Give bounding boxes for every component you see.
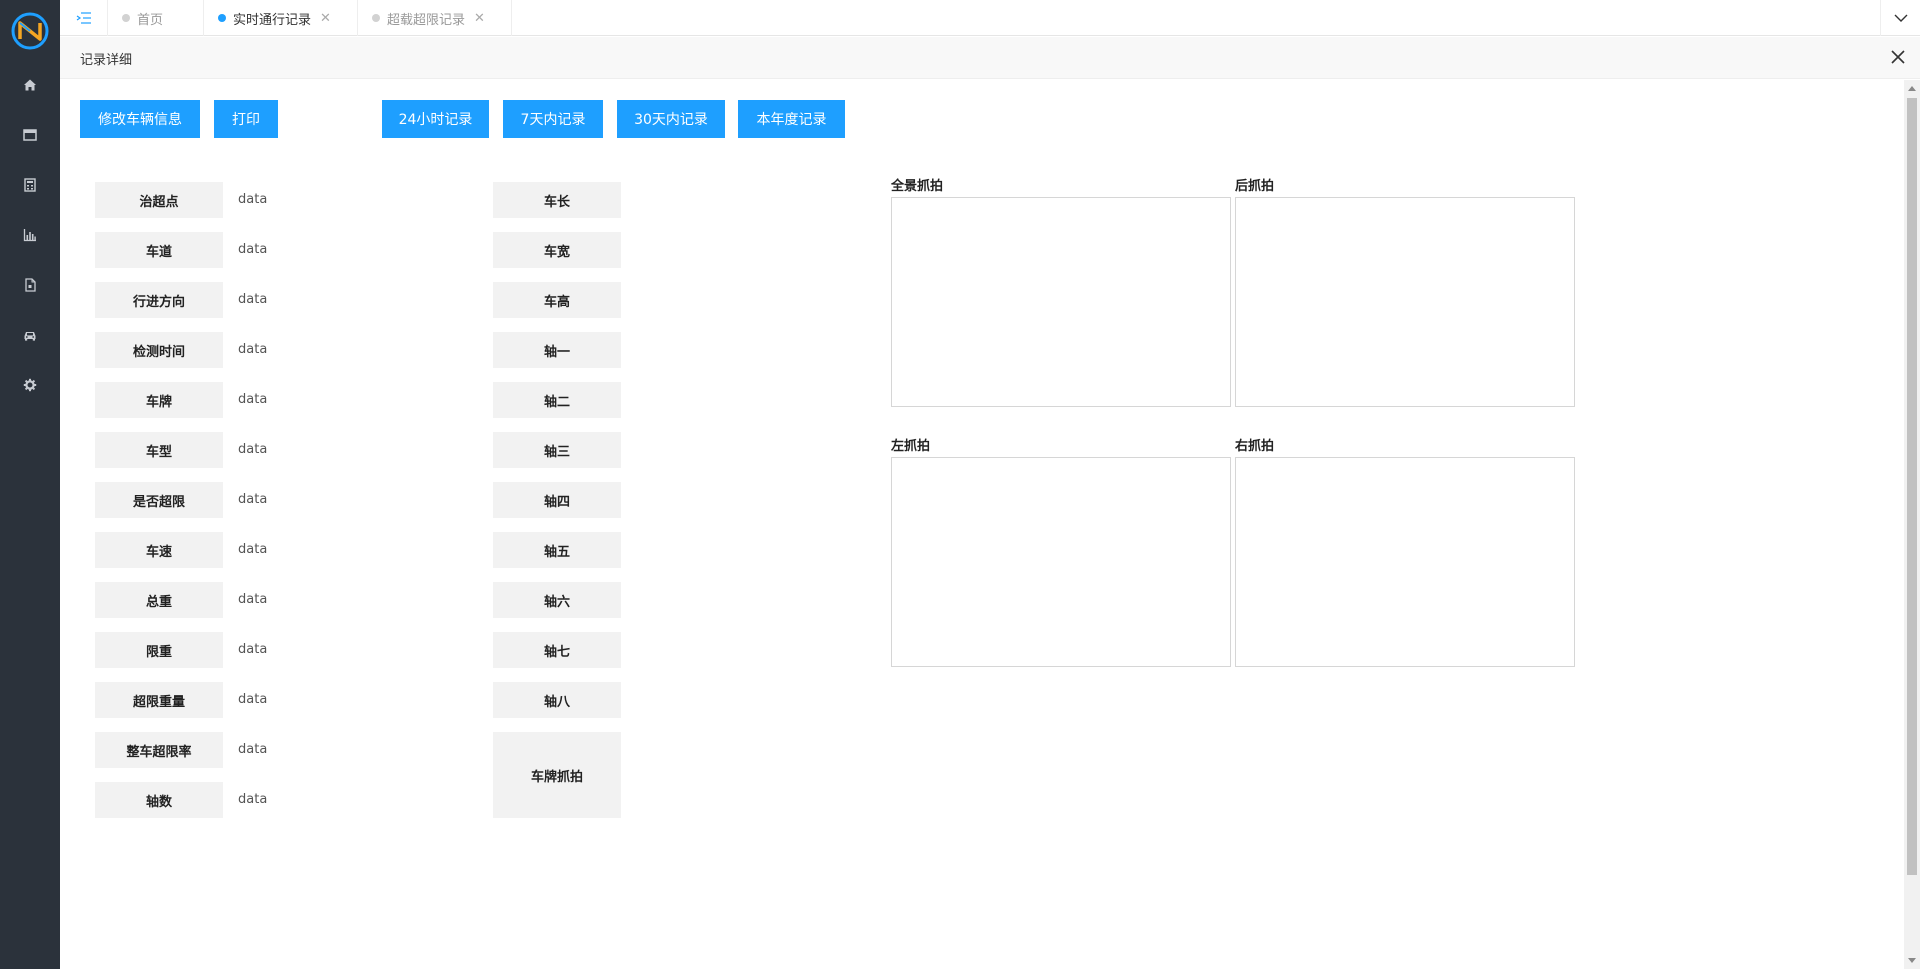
field-value-axle-count: data — [238, 792, 268, 807]
photo-title-rear: 后抓拍 — [1235, 179, 1275, 194]
app-logo[interactable] — [10, 11, 50, 51]
bar-chart-icon — [23, 229, 36, 242]
document-icon — [25, 278, 36, 292]
tab-status-dot — [122, 14, 130, 22]
content-scrollbar[interactable] — [1904, 80, 1920, 969]
field-label-detect-time: 检测时间 — [95, 332, 223, 368]
dialog-title: 记录详细 — [80, 53, 133, 68]
field-value-over-limit: data — [238, 492, 268, 507]
field-label-direction: 行进方向 — [95, 282, 223, 318]
field-label-axle-3: 轴三 — [493, 432, 621, 468]
window-icon — [23, 129, 37, 141]
print-button[interactable]: 打印 — [214, 100, 278, 138]
tab-label: 首页 — [137, 12, 164, 28]
edit-vehicle-button[interactable]: 修改车辆信息 — [80, 100, 200, 138]
field-label-length: 车长 — [493, 182, 621, 218]
photo-title-left: 左抓拍 — [891, 439, 931, 454]
tab-label: 超载超限记录 — [387, 12, 466, 28]
sidebar-item-statistics[interactable] — [0, 210, 60, 260]
dialog-close-button[interactable] — [1890, 49, 1906, 65]
gear-icon — [23, 378, 37, 392]
close-icon — [1891, 50, 1905, 64]
dialog-header: 记录详细 — [60, 37, 1920, 79]
sidebar-item-calculator[interactable] — [0, 160, 60, 210]
field-value-speed: data — [238, 542, 268, 557]
field-label-plate-capture: 车牌抓拍 — [493, 732, 621, 818]
tab-home[interactable]: 首页 — [108, 0, 204, 36]
sidebar-item-vehicles[interactable] — [0, 310, 60, 360]
field-value-over-weight: data — [238, 692, 268, 707]
field-label-lane: 车道 — [95, 232, 223, 268]
field-value-total-weight: data — [238, 592, 268, 607]
field-label-width: 车宽 — [493, 232, 621, 268]
sidebar-item-window[interactable] — [0, 110, 60, 160]
tab-status-dot — [218, 14, 226, 22]
logo-icon — [11, 12, 49, 50]
field-value-weight-limit: data — [238, 642, 268, 657]
field-value-detect-time: data — [238, 342, 268, 357]
field-label-height: 车高 — [493, 282, 621, 318]
field-label-weight-limit: 限重 — [95, 632, 223, 668]
field-label-vehicle-type: 车型 — [95, 432, 223, 468]
photo-right[interactable] — [1235, 457, 1575, 667]
scroll-thumb[interactable] — [1907, 98, 1917, 875]
sidebar-toggle-button[interactable] — [60, 0, 108, 36]
field-label-axle-5: 轴五 — [493, 532, 621, 568]
records-year-button[interactable]: 本年度记录 — [738, 100, 845, 138]
scroll-up-arrow-icon[interactable] — [1908, 86, 1916, 91]
field-label-axle-6: 轴六 — [493, 582, 621, 618]
tab-overload-records[interactable]: 超载超限记录 ✕ — [358, 0, 512, 36]
car-icon — [24, 332, 36, 341]
field-label-speed: 车速 — [95, 532, 223, 568]
records-30d-button[interactable]: 30天内记录 — [617, 100, 725, 138]
field-label-axle-8: 轴八 — [493, 682, 621, 718]
menu-fold-icon — [76, 12, 91, 24]
sidebar-item-documents[interactable] — [0, 260, 60, 310]
field-value-checkpoint: data — [238, 192, 268, 207]
field-label-axle-1: 轴一 — [493, 332, 621, 368]
sidebar-item-home[interactable] — [0, 60, 60, 110]
field-label-over-limit: 是否超限 — [95, 482, 223, 518]
field-label-axle-4: 轴四 — [493, 482, 621, 518]
field-value-direction: data — [238, 292, 268, 307]
sidebar-nav — [0, 60, 60, 410]
field-label-checkpoint: 治超点 — [95, 182, 223, 218]
field-label-plate: 车牌 — [95, 382, 223, 418]
field-label-axle-count: 轴数 — [95, 782, 223, 818]
records-24h-button[interactable]: 24小时记录 — [382, 100, 489, 138]
photo-panorama[interactable] — [891, 197, 1231, 407]
tab-realtime-records[interactable]: 实时通行记录 ✕ — [204, 0, 358, 36]
sidebar-item-settings[interactable] — [0, 360, 60, 410]
field-value-vehicle-type: data — [238, 442, 268, 457]
photo-title-right: 右抓拍 — [1235, 439, 1275, 454]
close-icon[interactable]: ✕ — [474, 11, 485, 26]
field-label-total-weight: 总重 — [95, 582, 223, 618]
scroll-down-arrow-icon[interactable] — [1908, 958, 1916, 963]
field-value-lane: data — [238, 242, 268, 257]
tab-status-dot — [372, 14, 380, 22]
field-label-axle-2: 轴二 — [493, 382, 621, 418]
field-value-plate: data — [238, 392, 268, 407]
calculator-icon — [24, 178, 36, 192]
photo-title-panorama: 全景抓拍 — [891, 179, 944, 194]
field-label-axle-7: 轴七 — [493, 632, 621, 668]
sidebar — [0, 0, 60, 969]
field-label-over-weight: 超限重量 — [95, 682, 223, 718]
close-icon[interactable]: ✕ — [320, 11, 331, 26]
records-7d-button[interactable]: 7天内记录 — [503, 100, 603, 138]
home-icon — [24, 79, 36, 91]
tab-bar: 首页 实时通行记录 ✕ 超载超限记录 ✕ — [60, 0, 1920, 36]
photo-left[interactable] — [891, 457, 1231, 667]
tab-label: 实时通行记录 — [233, 12, 312, 28]
field-label-over-rate: 整车超限率 — [95, 732, 223, 768]
chevron-down-icon — [1894, 14, 1907, 22]
tab-more-button[interactable] — [1880, 0, 1920, 36]
field-value-over-rate: data — [238, 742, 268, 757]
photo-rear[interactable] — [1235, 197, 1575, 407]
